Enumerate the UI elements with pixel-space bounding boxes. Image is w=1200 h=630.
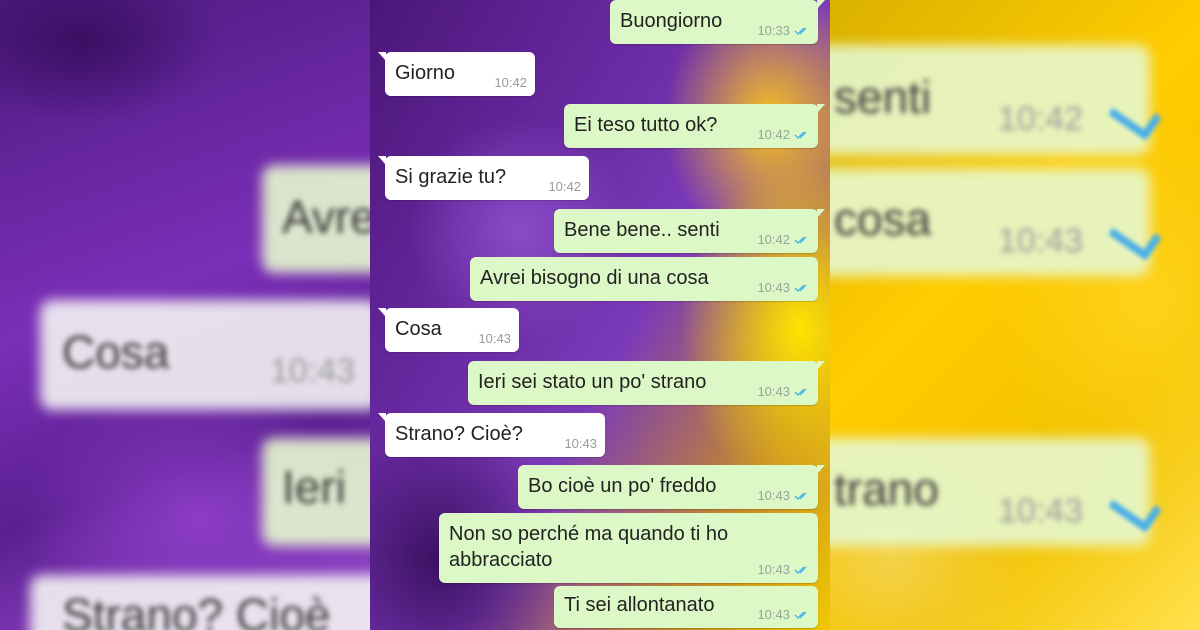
message-text: Cosa (395, 318, 442, 340)
message-meta: 10:42 (757, 127, 810, 142)
blurred-text: Strano? Cioè (62, 589, 331, 630)
message-bubble-received[interactable]: Giorno 10:42 (378, 52, 535, 96)
message-bubble-sent[interactable]: Avrei bisogno di una cosa 10:43 (470, 257, 818, 301)
message-meta: 10:43 (564, 436, 597, 451)
blurred-text: cosa (834, 193, 932, 245)
message-meta: 10:43 (757, 488, 810, 503)
message-time: 10:43 (564, 436, 597, 451)
message-text: Ei teso tutto ok? (574, 114, 718, 136)
message-text: Bo cioè un po' freddo (528, 475, 717, 497)
message-text: Giorno (395, 62, 456, 84)
message-time: 10:43 (478, 331, 511, 346)
message-time: 10:42 (757, 127, 790, 142)
double-check-icon (794, 491, 810, 501)
message-bubble-sent[interactable]: Ei teso tutto ok? 10:42 (564, 104, 825, 148)
message-meta: 10:43 (478, 331, 511, 346)
double-check-icon (794, 235, 810, 245)
message-meta: 10:43 (757, 562, 810, 577)
message-bubble-sent[interactable]: Ieri sei stato un po' strano 10:43 (468, 361, 825, 405)
blurred-time: 10:43 (998, 222, 1084, 260)
message-bubble-received[interactable]: Strano? Cioè? 10:43 (378, 413, 605, 457)
message-time: 10:43 (757, 607, 790, 622)
blurred-text: Ieri (282, 461, 346, 513)
message-meta: 10:42 (548, 179, 581, 194)
chat-conversation[interactable]: Buongiorno 10:33 Giorno 10:42 Ei teso tu… (370, 0, 830, 630)
double-check-icon (794, 565, 810, 575)
blurred-background-left: Avre Cosa 10:43 Ieri Strano? Cioè (0, 0, 370, 630)
blurred-time: 10:43 (998, 492, 1084, 530)
message-meta: 10:43 (757, 280, 810, 295)
message-text: Non so perché ma quando ti ho (449, 523, 729, 545)
message-meta: 10:42 (494, 75, 527, 90)
message-time: 10:42 (757, 232, 790, 247)
message-time: 10:42 (494, 75, 527, 90)
blurred-text: Cosa (62, 326, 170, 378)
double-check-icon (794, 387, 810, 397)
message-text: Buongiorno (620, 10, 723, 32)
message-meta: 10:43 (757, 384, 810, 399)
blurred-background-right: senti 10:42 cosa 10:43 trano 10:43 (830, 0, 1200, 630)
message-meta: 10:43 (757, 607, 810, 622)
message-text: Strano? Cioè? (395, 423, 523, 445)
message-text: Ti sei allontanato (564, 594, 715, 616)
message-text-line-2: abbracciato (449, 549, 553, 571)
message-meta: 10:33 (757, 23, 810, 38)
blurred-text: trano (834, 463, 939, 515)
blurred-text: Avre (282, 191, 370, 243)
message-bubble-sent[interactable]: Ti sei allontanato 10:43 (554, 586, 818, 628)
message-text: Avrei bisogno di una cosa (480, 267, 709, 289)
blurred-time: 10:43 (270, 352, 356, 390)
message-time: 10:43 (757, 280, 790, 295)
blurred-text: senti (834, 71, 932, 123)
message-text: Ieri sei stato un po' strano (478, 371, 707, 393)
message-bubble-sent[interactable]: Buongiorno 10:33 (610, 0, 825, 44)
message-time: 10:33 (757, 23, 790, 38)
message-time: 10:43 (757, 384, 790, 399)
message-text: Si grazie tu? (395, 166, 507, 188)
double-check-icon (794, 610, 810, 620)
message-bubble-sent[interactable]: Bene bene.. senti 10:42 (554, 209, 825, 253)
double-check-icon (794, 130, 810, 140)
message-meta: 10:42 (757, 232, 810, 247)
message-bubble-received[interactable]: Cosa 10:43 (378, 308, 519, 352)
message-bubble-sent[interactable]: Bo cioè un po' freddo 10:43 (518, 465, 825, 509)
message-bubble-sent[interactable]: Non so perché ma quando ti ho abbracciat… (439, 513, 818, 583)
message-time: 10:43 (757, 488, 790, 503)
message-time: 10:43 (757, 562, 790, 577)
message-text: Bene bene.. senti (564, 219, 720, 241)
message-time: 10:42 (548, 179, 581, 194)
message-bubble-received[interactable]: Si grazie tu? 10:42 (378, 156, 589, 200)
double-check-icon (794, 283, 810, 293)
blurred-time: 10:42 (998, 100, 1084, 138)
double-check-icon (794, 26, 810, 36)
